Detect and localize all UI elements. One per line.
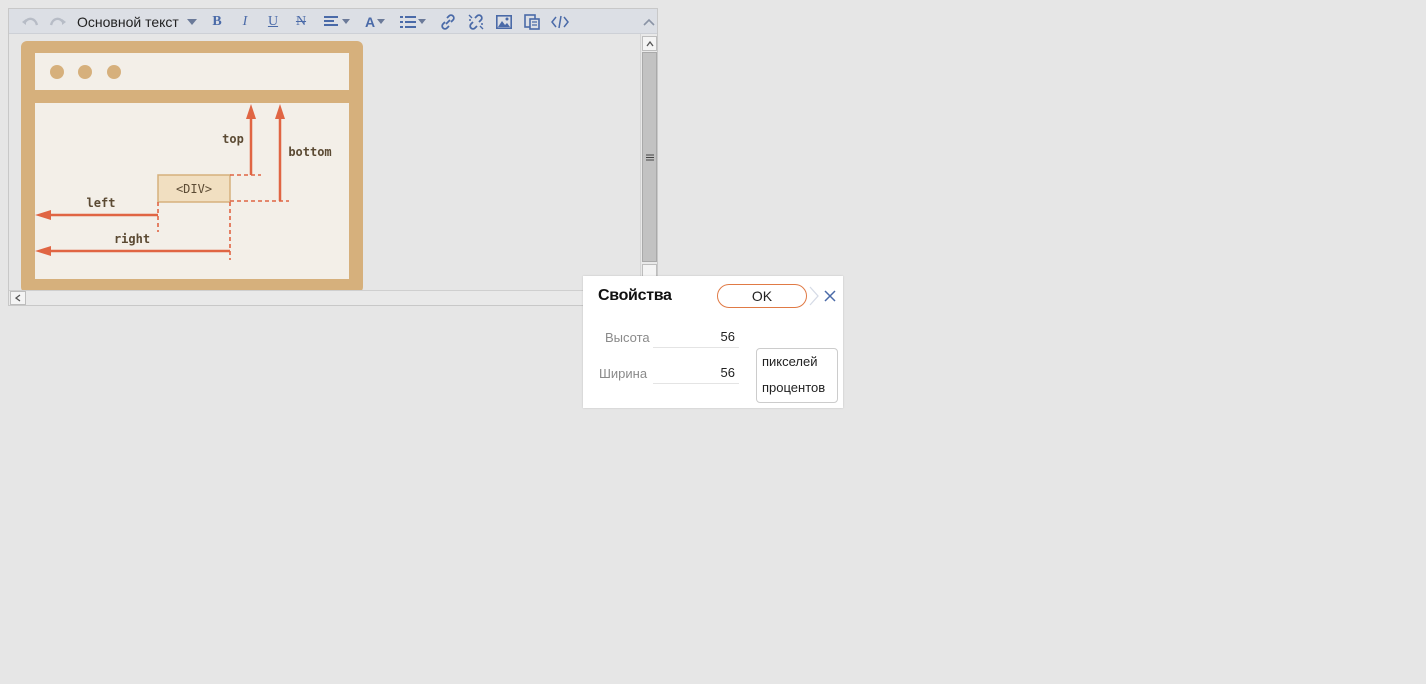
positioning-diagram-image: <DIV> top bottom left right — [21, 41, 363, 290]
diagram-right-label: right — [114, 232, 150, 246]
diagram-div-label: <DIV> — [176, 182, 212, 196]
unit-option-percent[interactable]: процентов — [757, 375, 837, 401]
diagram-top-label: top — [222, 132, 244, 146]
scroll-left-button[interactable] — [10, 291, 26, 305]
vertical-scroll-thumb[interactable] — [642, 52, 657, 262]
unlink-button[interactable] — [465, 9, 487, 34]
chevron-left-icon — [15, 294, 21, 302]
bold-icon: B — [212, 13, 222, 29]
font-color-button[interactable]: A — [361, 9, 389, 34]
vertical-scrollbar[interactable] — [640, 34, 657, 290]
format-select-value: Основной текст — [77, 13, 179, 30]
dialog-title: Свойства — [598, 287, 672, 304]
editor-content-area[interactable]: <DIV> top bottom left right — [9, 34, 640, 290]
height-label: Высота — [605, 330, 650, 345]
diagram-left-label: left — [87, 196, 116, 210]
close-button[interactable] — [819, 285, 841, 307]
image-properties-dialog: Свойства OK Высота Ширина пикселей проце… — [583, 276, 843, 408]
diagram-window-dot — [107, 65, 121, 79]
unit-option-pixels[interactable]: пикселей — [757, 349, 837, 375]
paste-icon — [524, 13, 540, 30]
redo-icon — [49, 15, 67, 29]
image-button[interactable] — [493, 9, 515, 34]
paste-button[interactable] — [521, 9, 543, 34]
strikethrough-button[interactable]: N — [291, 9, 311, 34]
underline-button[interactable]: U — [263, 9, 283, 34]
diagram-window-dot — [50, 65, 64, 79]
scroll-up-button[interactable] — [642, 36, 657, 51]
italic-icon: I — [242, 13, 248, 29]
list-button[interactable] — [397, 9, 429, 34]
image-icon — [496, 14, 512, 29]
link-icon — [440, 13, 456, 30]
chevron-right-icon — [809, 286, 819, 306]
bold-button[interactable]: B — [207, 9, 227, 34]
italic-button[interactable]: I — [235, 9, 255, 34]
width-input[interactable] — [653, 362, 739, 384]
strikethrough-icon: N — [295, 13, 307, 29]
diagram-window-dot — [78, 65, 92, 79]
grip-icon — [645, 154, 654, 160]
diagram-bottom-label: bottom — [288, 145, 331, 159]
font-color-icon: A — [364, 13, 376, 30]
editor-toolbar: Основной текст B I U N A — [9, 9, 657, 34]
undo-button[interactable] — [19, 9, 41, 34]
unlink-icon — [468, 13, 484, 30]
redo-button[interactable] — [47, 9, 69, 34]
chevron-up-icon — [645, 40, 654, 46]
link-button[interactable] — [437, 9, 459, 34]
code-icon — [551, 15, 569, 29]
rich-text-editor: Основной текст B I U N A <DIV> top botto… — [8, 8, 658, 306]
paragraph-format-select[interactable]: Основной текст — [77, 9, 199, 34]
horizontal-scrollbar[interactable] — [9, 290, 657, 305]
undo-icon — [21, 15, 39, 29]
ok-button[interactable]: OK — [717, 284, 807, 308]
source-code-button[interactable] — [549, 9, 571, 34]
height-input[interactable] — [653, 326, 739, 348]
collapse-icon — [643, 18, 655, 26]
align-icon — [324, 15, 340, 28]
close-icon — [824, 290, 836, 302]
list-icon — [400, 15, 416, 28]
collapse-toolbar-button[interactable] — [641, 9, 657, 34]
width-label: Ширина — [599, 366, 648, 381]
chevron-down-icon — [186, 18, 197, 25]
chevron-down-icon — [418, 19, 426, 24]
unit-select-list[interactable]: пикселей процентов — [756, 348, 838, 403]
align-button[interactable] — [321, 9, 353, 34]
chevron-down-icon — [377, 19, 386, 24]
underline-icon: U — [267, 13, 279, 29]
chevron-down-icon — [342, 19, 350, 24]
